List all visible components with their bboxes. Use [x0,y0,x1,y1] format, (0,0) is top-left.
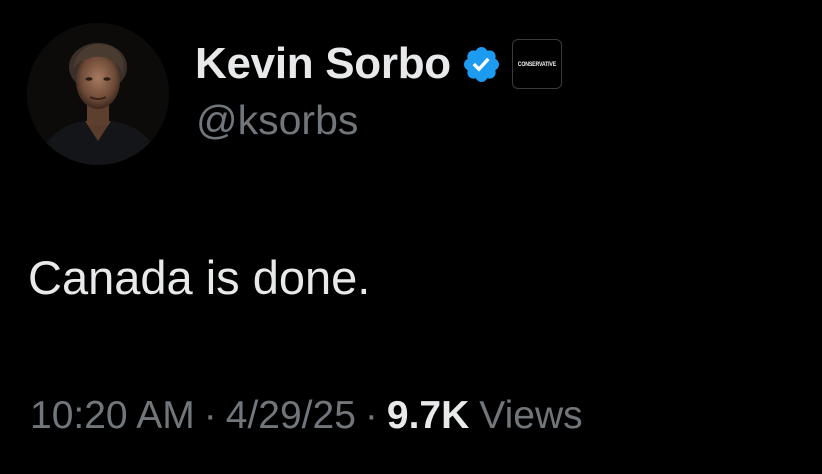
meta-separator: · [364,394,378,437]
user-handle[interactable]: @ksorbs [196,100,358,141]
tweet-meta: 10:20 AM · 4/29/25 · 9.7K Views [30,396,583,435]
views-label: Views [479,394,583,437]
tweet-date[interactable]: 4/29/25 [226,396,356,435]
avatar-photo [27,23,169,165]
affiliation-label: CONSERVATIVE [517,60,556,68]
tweet-text: Canada is done. [28,251,371,304]
meta-separator: · [203,394,217,437]
views-count[interactable]: 9.7K [387,396,469,435]
display-name[interactable]: Kevin Sorbo [195,42,451,86]
avatar[interactable] [27,23,169,165]
author-name-row: Kevin Sorbo CONSERVATIVE [195,36,562,92]
affiliation-badge[interactable]: CONSERVATIVE [511,39,562,89]
tweet-time[interactable]: 10:20 AM [30,396,195,435]
verified-badge-icon[interactable] [461,44,502,85]
